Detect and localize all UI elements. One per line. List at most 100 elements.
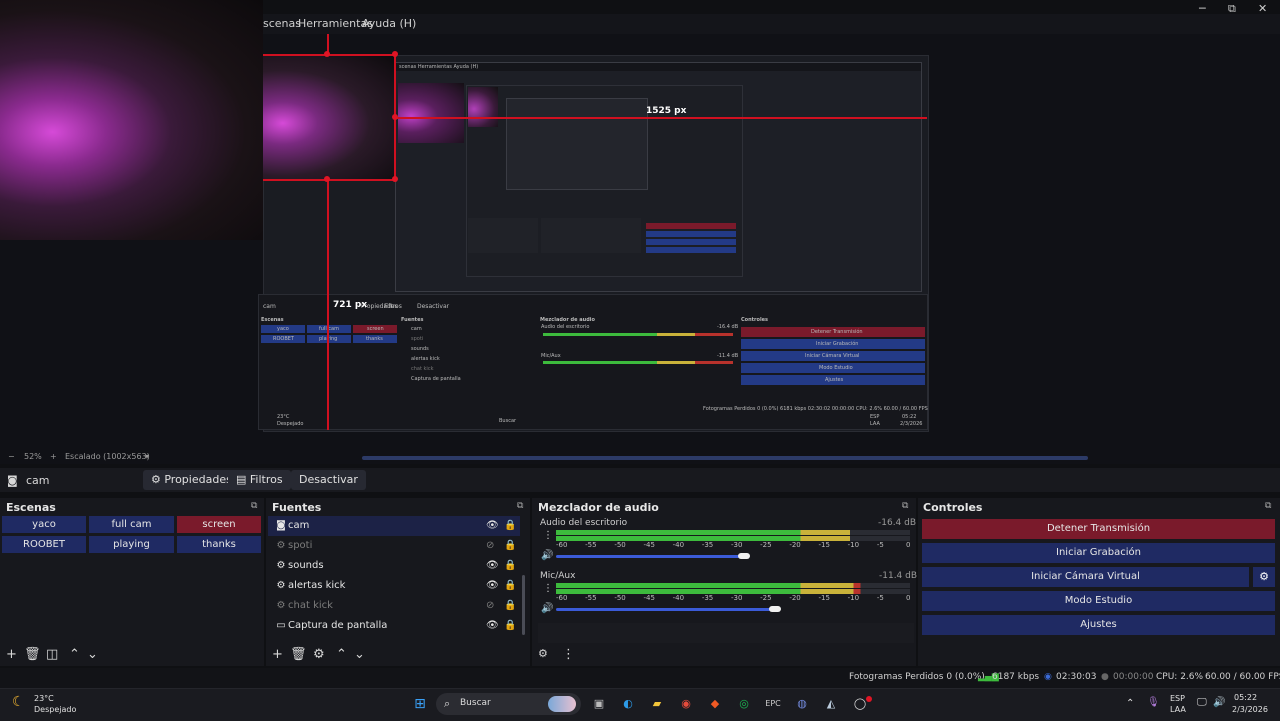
- eye-icon[interactable]: 👁: [486, 576, 499, 596]
- move-down-icon[interactable]: ⌄: [87, 647, 98, 662]
- chrome-icon[interactable]: ◉: [676, 694, 696, 714]
- mic-volume-slider[interactable]: [556, 608, 776, 611]
- fps: 60.00 / 60.00 FPS: [1205, 672, 1280, 682]
- lock-icon[interactable]: 🔒: [504, 556, 516, 576]
- source-cam[interactable]: ◙ cam 👁 🔒: [268, 516, 520, 536]
- trash-icon[interactable]: 🗑: [290, 647, 307, 662]
- zoom-plus-icon[interactable]: +: [50, 452, 57, 461]
- more-options-icon[interactable]: ⋮: [543, 530, 553, 541]
- weather-temperature[interactable]: 23°C: [34, 694, 54, 703]
- start-virtual-camera-button[interactable]: Iniciar Cámara Virtual: [922, 567, 1249, 587]
- speaker-icon[interactable]: 🔊: [541, 603, 553, 614]
- close-icon[interactable]: ✕: [1258, 2, 1267, 15]
- zoom-minus-icon[interactable]: −: [8, 452, 15, 461]
- mixer-menu-icon[interactable]: ⋮: [562, 647, 575, 662]
- add-source-icon[interactable]: +: [272, 647, 283, 662]
- lock-icon[interactable]: 🔒: [504, 596, 516, 616]
- menu-scenes[interactable]: scenas: [263, 17, 301, 30]
- filter-icon[interactable]: ◫: [46, 647, 58, 662]
- desktop-audio-volume-slider[interactable]: [556, 555, 744, 558]
- trash-icon[interactable]: 🗑: [24, 647, 41, 662]
- mic-meter: [556, 583, 910, 588]
- resize-handle-top[interactable]: [324, 51, 330, 57]
- source-chat-kick[interactable]: ⚙ chat kick ⊘ 🔒: [268, 596, 520, 616]
- maximize-icon[interactable]: ⧉: [1228, 2, 1236, 16]
- discord-icon[interactable]: ◍: [792, 694, 812, 714]
- lock-icon[interactable]: 🔒: [504, 536, 516, 556]
- sources-scrollbar[interactable]: [522, 575, 525, 635]
- filters-button[interactable]: ▤ Filtros: [228, 470, 291, 490]
- language-bottom[interactable]: LAA: [1170, 705, 1186, 714]
- spotify-icon[interactable]: ◎: [734, 694, 754, 714]
- task-view-icon[interactable]: ▣: [589, 694, 609, 714]
- file-explorer-icon[interactable]: ▰: [647, 694, 667, 714]
- lock-icon[interactable]: 🔒: [504, 616, 516, 636]
- channel-desktop-audio-name: Audio del escritorio: [540, 518, 628, 528]
- move-up-icon[interactable]: ⌃: [69, 647, 80, 662]
- webcam-source-preview[interactable]: [263, 55, 395, 179]
- weather-description[interactable]: Despejado: [34, 705, 76, 714]
- resize-handle-bottom-right[interactable]: [392, 176, 398, 182]
- mixer-dock-undock-icon[interactable]: ⧉: [902, 501, 908, 511]
- scenes-dock-undock-icon[interactable]: ⧉: [251, 501, 257, 511]
- lock-icon[interactable]: 🔒: [504, 576, 516, 596]
- preview-scrollbar[interactable]: [362, 456, 1088, 460]
- windows-start-icon[interactable]: ⊞: [410, 694, 430, 714]
- source-spoti[interactable]: ⚙ spoti ⊘ 🔒: [268, 536, 520, 556]
- microphone-icon[interactable]: 🎙: [1147, 697, 1160, 708]
- advanced-audio-icon[interactable]: ⚙: [538, 647, 548, 660]
- minimize-icon[interactable]: ─: [1199, 2, 1206, 15]
- scaling-dropdown-icon[interactable]: ▾: [145, 452, 149, 461]
- controls-dock-undock-icon[interactable]: ⧉: [1265, 501, 1271, 511]
- meter-tick-label: -40: [672, 594, 685, 602]
- network-icon[interactable]: 🖵: [1197, 697, 1207, 708]
- eye-icon[interactable]: 👁: [486, 556, 499, 576]
- scene-full-cam[interactable]: full cam: [89, 516, 174, 533]
- start-recording-button[interactable]: Iniciar Grabación: [922, 543, 1275, 563]
- deactivate-button[interactable]: Desactivar: [291, 470, 366, 490]
- resize-handle-right[interactable]: [392, 114, 398, 120]
- stop-stream-button[interactable]: Detener Transmisión: [922, 519, 1275, 539]
- settings-button[interactable]: Ajustes: [922, 615, 1275, 635]
- resize-handle-bottom[interactable]: [324, 176, 330, 182]
- volume-icon[interactable]: 🔊: [1213, 697, 1225, 708]
- source-sounds[interactable]: ⚙ sounds 👁 🔒: [268, 556, 520, 576]
- add-scene-icon[interactable]: +: [6, 647, 17, 662]
- sources-dock-undock-icon[interactable]: ⧉: [517, 501, 523, 511]
- scene-thanks[interactable]: thanks: [177, 536, 261, 553]
- more-options-icon[interactable]: ⋮: [543, 583, 553, 594]
- brave-icon[interactable]: ◆: [705, 694, 725, 714]
- clock-date[interactable]: 2/3/2026: [1232, 705, 1268, 714]
- gear-icon[interactable]: ⚙: [313, 647, 325, 662]
- move-up-icon[interactable]: ⌃: [336, 647, 347, 662]
- studio-mode-button[interactable]: Modo Estudio: [922, 591, 1275, 611]
- scene-roobet[interactable]: ROOBET: [2, 536, 86, 553]
- properties-button[interactable]: ⚙ Propiedades: [143, 470, 240, 490]
- clock-time[interactable]: 05:22: [1234, 693, 1257, 702]
- meter-tick-label: -15: [818, 541, 830, 549]
- eye-icon[interactable]: 👁: [486, 516, 499, 536]
- speaker-icon[interactable]: 🔊: [541, 550, 553, 561]
- eye-hidden-icon[interactable]: ⊘: [486, 596, 494, 616]
- eye-hidden-icon[interactable]: ⊘: [486, 536, 494, 556]
- move-down-icon[interactable]: ⌄: [354, 647, 365, 662]
- taskbar-search[interactable]: ⌕ Buscar: [436, 693, 581, 715]
- scene-playing[interactable]: playing: [89, 536, 174, 553]
- lock-icon[interactable]: 🔒: [504, 516, 516, 536]
- moon-weather-icon[interactable]: ☾: [12, 694, 25, 710]
- virtual-camera-settings-icon[interactable]: ⚙: [1253, 567, 1275, 587]
- scene-screen[interactable]: screen: [177, 516, 261, 533]
- menu-help[interactable]: Ayuda (H): [362, 17, 416, 30]
- source-alertas-kick[interactable]: ⚙ alertas kick 👁 🔒: [268, 576, 520, 596]
- source-captura-de-pantalla[interactable]: ▭ Captura de pantalla 👁 🔒: [268, 616, 520, 636]
- chevron-up-icon[interactable]: ⌃: [1126, 698, 1134, 709]
- mic-volume-knob[interactable]: [769, 606, 782, 612]
- edge-icon[interactable]: ◐: [618, 694, 638, 714]
- epic-games-icon[interactable]: EPC: [763, 694, 783, 714]
- desktop-audio-volume-knob[interactable]: [737, 553, 750, 559]
- scene-yaco[interactable]: yaco: [2, 516, 86, 533]
- language-top[interactable]: ESP: [1170, 694, 1185, 703]
- steam-icon[interactable]: ◭: [821, 694, 841, 714]
- resize-handle-top-right[interactable]: [392, 51, 398, 57]
- eye-icon[interactable]: 👁: [486, 616, 499, 636]
